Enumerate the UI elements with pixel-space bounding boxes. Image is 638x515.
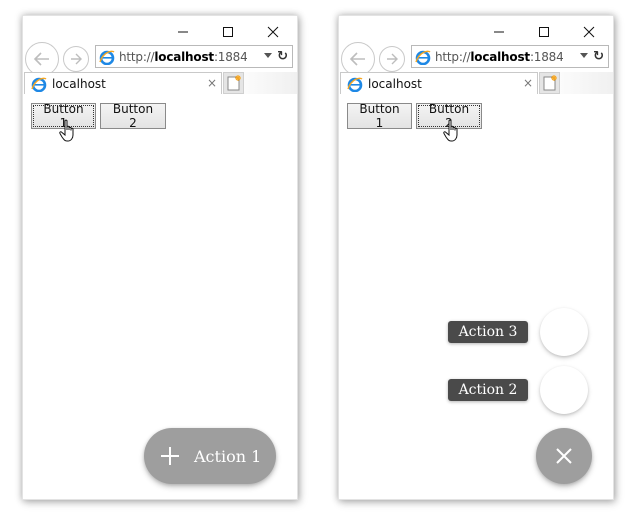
button-2[interactable]: Button 2: [100, 102, 166, 130]
button-1[interactable]: Button 1: [347, 102, 412, 130]
fab-action-1[interactable]: Action 1: [144, 428, 276, 484]
ie-logo-icon: [347, 77, 363, 92]
new-tab-icon: [543, 75, 557, 91]
minimize-button[interactable]: [173, 22, 193, 42]
tab-bar: localhost ×: [339, 72, 613, 94]
page-content: Button 1 Button 2 Action 3 Action 2: [339, 94, 613, 499]
speed-dial-action-3-button[interactable]: [540, 308, 588, 356]
forward-arrow-icon: [71, 53, 82, 65]
forward-button[interactable]: [63, 46, 89, 72]
ie-logo-icon: [31, 77, 47, 92]
url-text: http://localhost:1884/Def: [435, 49, 563, 64]
minimize-icon: [178, 31, 188, 33]
browser-window-right: http://localhost:1884/Def ↻ localhost × …: [338, 15, 614, 500]
navigation-bar: http://localhost:1884/Def ↻: [23, 42, 297, 76]
maximize-button[interactable]: [534, 22, 554, 42]
ie-logo-icon: [415, 50, 431, 65]
new-tab-button[interactable]: [223, 72, 244, 94]
close-window-button[interactable]: [579, 22, 599, 42]
address-bar[interactable]: http://localhost:1884/Def ↻: [411, 45, 609, 68]
close-icon: [267, 26, 279, 38]
new-tab-button[interactable]: [539, 72, 560, 94]
minimize-button[interactable]: [489, 22, 509, 42]
button-1[interactable]: Button 1: [31, 102, 96, 130]
back-button[interactable]: [341, 42, 375, 76]
plus-icon: [160, 446, 180, 466]
back-button[interactable]: [25, 42, 59, 76]
url-text: http://localhost:1884/Def: [119, 49, 247, 64]
address-dropdown-icon[interactable]: [264, 53, 272, 58]
navigation-bar: http://localhost:1884/Def ↻: [339, 42, 613, 76]
speed-dial-action-2-button[interactable]: [540, 366, 588, 414]
tab-close-icon[interactable]: ×: [207, 76, 217, 90]
forward-button[interactable]: [379, 46, 405, 72]
page-content: Button 1 Button 2 Action 1: [23, 94, 297, 499]
back-arrow-icon: [349, 52, 365, 66]
maximize-icon: [539, 27, 549, 37]
speed-dial-label-action-2[interactable]: Action 2: [448, 379, 528, 401]
tab-bar: localhost ×: [23, 72, 297, 94]
tab-localhost[interactable]: localhost ×: [24, 72, 222, 94]
forward-arrow-icon: [387, 53, 398, 65]
fab-close-button[interactable]: [536, 428, 592, 484]
maximize-button[interactable]: [218, 22, 238, 42]
ie-logo-icon: [99, 50, 115, 65]
address-bar[interactable]: http://localhost:1884/Def ↻: [95, 45, 293, 68]
address-dropdown-icon[interactable]: [580, 53, 588, 58]
tab-localhost[interactable]: localhost ×: [340, 72, 538, 94]
close-window-button[interactable]: [263, 22, 283, 42]
speed-dial-label-action-3[interactable]: Action 3: [448, 321, 528, 343]
close-icon: [583, 26, 595, 38]
close-icon: [556, 448, 572, 464]
maximize-icon: [223, 27, 233, 37]
minimize-icon: [494, 31, 504, 33]
browser-window-left: http://localhost:1884/Def ↻ localhost × …: [22, 15, 298, 500]
back-arrow-icon: [33, 52, 49, 66]
refresh-icon[interactable]: ↻: [593, 49, 604, 64]
tab-close-icon[interactable]: ×: [523, 76, 533, 90]
new-tab-icon: [227, 75, 241, 91]
fab-label: Action 1: [194, 446, 262, 466]
tab-title: localhost: [52, 76, 106, 91]
refresh-icon[interactable]: ↻: [277, 49, 288, 64]
button-2[interactable]: Button 2: [416, 102, 482, 130]
tab-title: localhost: [368, 76, 422, 91]
